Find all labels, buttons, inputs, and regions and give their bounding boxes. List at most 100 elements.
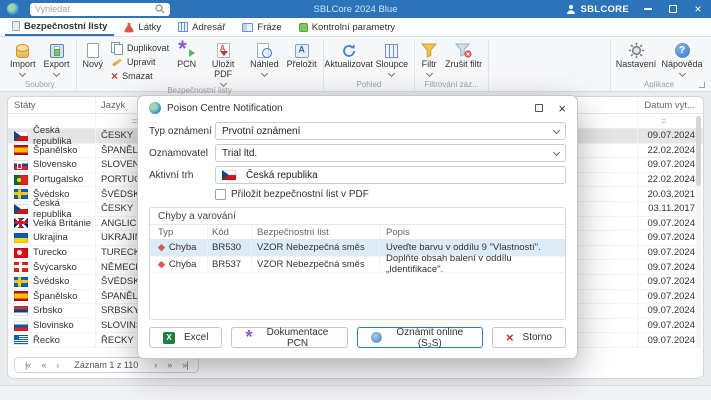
chevron-down-icon [552, 126, 561, 134]
new-document-icon [86, 43, 99, 58]
notifier-select[interactable]: Trial ltd. [215, 144, 566, 162]
preview-button[interactable]: Náhled [246, 39, 283, 86]
country-flag-icon [14, 174, 28, 185]
date-cell: 09.07.2024 [647, 159, 695, 171]
country-cell: Španělsko [33, 144, 78, 156]
minimize-icon [644, 8, 652, 10]
errors-column-type[interactable]: Typ [150, 225, 208, 239]
country-cell: Portugalsko [33, 174, 84, 186]
minimize-button[interactable] [642, 3, 654, 15]
translate-icon [294, 43, 309, 58]
active-market-field[interactable]: Česká republika [215, 166, 566, 184]
pager-prev-button[interactable]: ‹ [51, 360, 63, 370]
errors-column-code[interactable]: Kód [208, 225, 252, 239]
maximize-button[interactable] [667, 3, 679, 15]
refresh-button[interactable]: Aktualizovat [324, 39, 373, 80]
country-flag-icon [14, 232, 28, 243]
column-header-states[interactable]: Státy [8, 97, 96, 113]
tab-bezpecnostni-listy[interactable]: Bezpečnostní listy [5, 18, 115, 36]
filter-cell-created[interactable]: = [638, 114, 703, 128]
tab-latky[interactable]: Látky [117, 18, 168, 36]
pager-first-button[interactable]: |« [20, 360, 35, 370]
pager-next-button[interactable]: › [149, 360, 161, 370]
user-icon [567, 4, 576, 14]
dialog-maximize-button[interactable] [535, 104, 544, 112]
date-cell: 20.03.2021 [647, 188, 695, 200]
import-button[interactable]: Import [6, 39, 40, 80]
pager-next-page-button[interactable]: » [162, 360, 176, 370]
save-pdf-button[interactable]: Uložit PDF [200, 39, 246, 87]
dialog-launcher-icon[interactable] [699, 82, 705, 88]
control-parameters-icon [298, 22, 308, 32]
pager-prev-page-button[interactable]: « [36, 360, 50, 370]
dialog-close-button[interactable]: × [558, 102, 566, 115]
app-window: SBLCore 2024 Blue SBLCORE × Bezpečnostní… [0, 0, 711, 400]
tab-fraze[interactable]: Fráze [235, 18, 288, 36]
pager-last-button[interactable]: »| [177, 360, 192, 370]
dialog-titlebar: Poison Centre Notification × [138, 96, 577, 120]
columns-icon [385, 43, 399, 58]
tab-adresar[interactable]: Adresář [171, 18, 232, 36]
pcn-star-icon [178, 42, 196, 59]
edit-button[interactable]: Upravit [109, 56, 171, 68]
notification-type-select[interactable]: Prvotní oznámení [215, 122, 566, 140]
filter-button[interactable]: Filtr [417, 39, 441, 80]
date-cell: 09.07.2024 [647, 305, 695, 317]
phrases-book-icon [242, 22, 254, 32]
errors-column-desc[interactable]: Popis [380, 225, 565, 239]
country-cell: Slovensko [33, 159, 77, 171]
account-button[interactable]: SBLCORE [566, 4, 629, 15]
excel-button[interactable]: Excel [149, 327, 223, 348]
attach-pdf-label: Přiložit bezpečnostní list v PDF [231, 189, 369, 200]
date-cell: 09.07.2024 [647, 320, 695, 332]
date-cell: 09.07.2024 [647, 276, 695, 288]
close-icon: × [694, 2, 702, 16]
dialog-title: Poison Centre Notification [167, 102, 283, 114]
notify-online-button[interactable]: Oznámit online (S₂S) [356, 327, 483, 349]
delete-button[interactable]: Smazat [109, 70, 171, 82]
tab-kontrolni-parametry[interactable]: Kontrolní parametry [292, 18, 402, 36]
quick-search[interactable] [30, 2, 170, 16]
vertical-scrollbar[interactable] [696, 116, 701, 348]
duplicate-button[interactable]: Duplikovat [109, 42, 171, 56]
cancel-button[interactable]: Storno [491, 327, 566, 348]
ribbon-group-applications: Nastavení Nápověda Aplikace [610, 39, 707, 91]
pcn-documentation-button[interactable]: Dokumentace PCN [231, 327, 348, 349]
settings-button[interactable]: Nastavení [613, 39, 659, 80]
close-button[interactable]: × [692, 3, 704, 15]
ribbon-group-filtering: Filtr Zrušit filtr Filtrování záz... [415, 39, 490, 91]
notification-type-row: Typ oznámení Prvotní oznámení [138, 120, 577, 142]
country-flag-icon [14, 305, 28, 316]
scrollbar-thumb[interactable] [696, 116, 701, 186]
errors-column-sds[interactable]: Bezpečnostní list [252, 225, 380, 239]
ribbon-group-sds: Nový Duplikovat Upravit Smazat [77, 39, 324, 95]
country-cell: Slovinsko [33, 320, 74, 332]
gear-icon [628, 42, 644, 59]
clear-filter-button[interactable]: Zrušit filtr [441, 39, 486, 80]
chevron-down-icon [260, 69, 268, 77]
pcn-dialog: Poison Centre Notification × Typ oznámen… [137, 95, 578, 359]
column-header-created[interactable]: Datum vyt... [638, 97, 703, 113]
database-import-icon [15, 43, 30, 58]
preview-magnifier-icon [256, 43, 272, 58]
export-button[interactable]: Export [40, 39, 74, 80]
country-cell: Turecko [33, 247, 67, 259]
translate-button[interactable]: Přeložit [283, 39, 321, 86]
search-input[interactable] [35, 4, 155, 14]
pcn-button[interactable]: PCN [173, 39, 200, 86]
new-button[interactable]: Nový [79, 39, 108, 86]
attach-pdf-checkbox[interactable] [215, 189, 226, 200]
columns-button[interactable]: Sloupce [372, 39, 413, 80]
ribbon: Import Export Soubory Nový Duplikovat Up… [0, 37, 711, 95]
maximize-icon [669, 5, 677, 13]
help-button[interactable]: Nápověda [659, 39, 705, 80]
filter-funnel-icon [421, 43, 438, 58]
record-pager: |« « ‹ Záznam 1 z 110 › » »| [14, 357, 199, 373]
titlebar: SBLCore 2024 Blue SBLCORE × [0, 0, 711, 18]
clear-filter-icon [455, 43, 472, 58]
error-diamond-icon [158, 242, 165, 253]
country-cell: Španělsko [33, 290, 78, 302]
date-cell: 09.07.2024 [647, 217, 695, 229]
error-code-cell: BR530 [208, 240, 252, 256]
error-row[interactable]: Chyba BR537 VZOR Nebezpečná směs Doplňte… [150, 253, 565, 275]
